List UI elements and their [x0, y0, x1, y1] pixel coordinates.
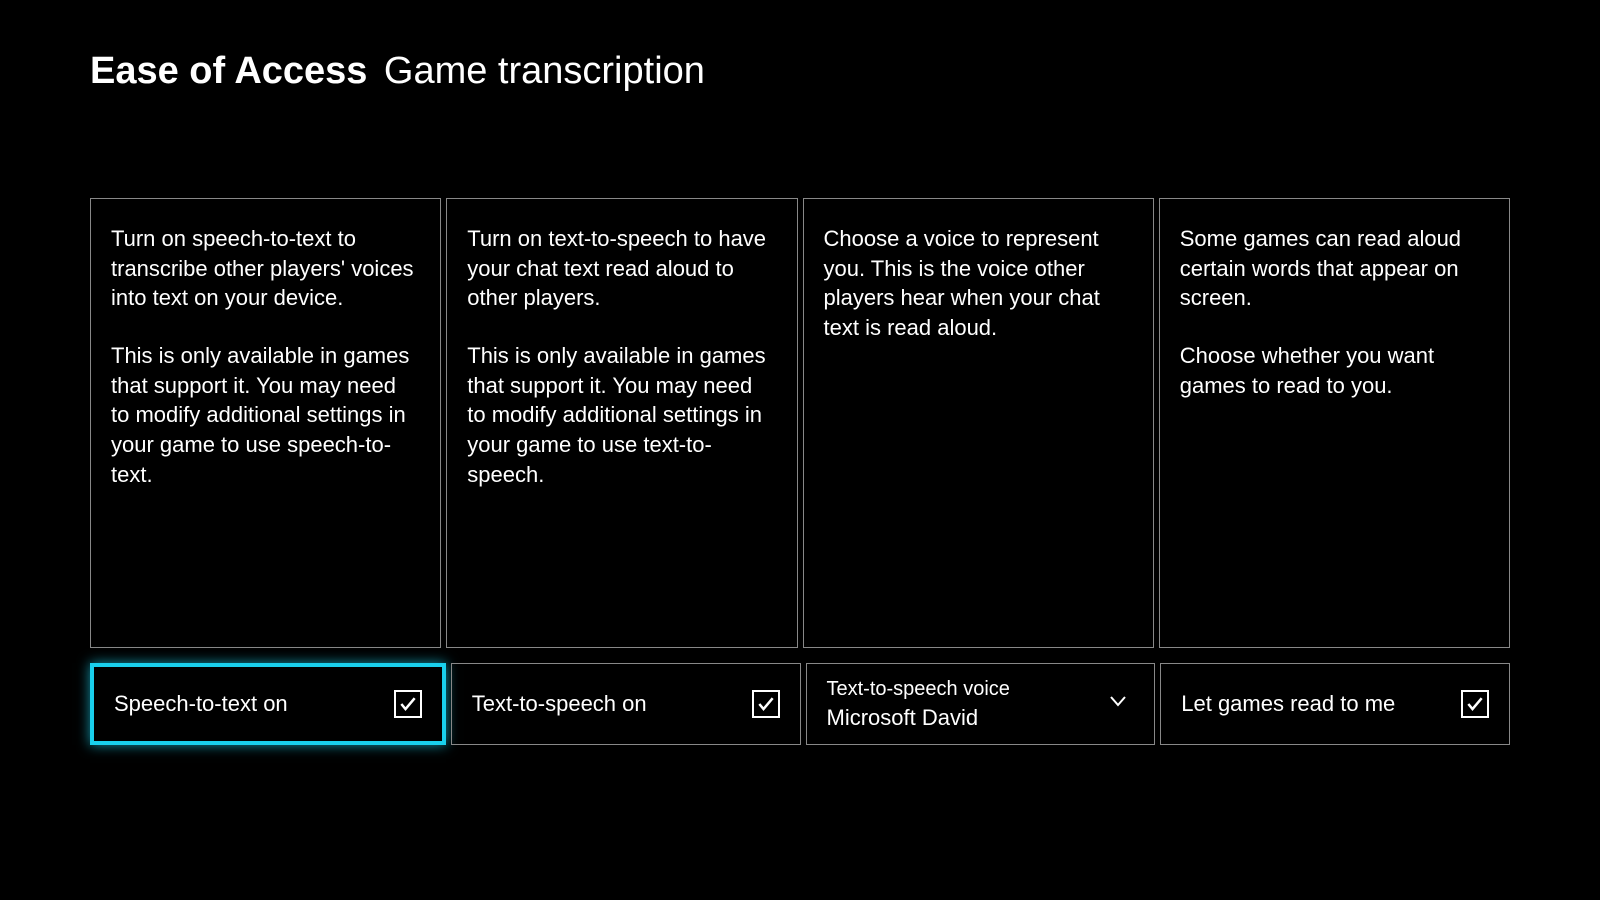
checkbox-icon	[752, 690, 780, 718]
card-text: This is only available in games that sup…	[111, 341, 420, 489]
checkbox-icon	[394, 690, 422, 718]
page-header: Ease of Access Game transcription	[0, 0, 1600, 93]
card-read-to-me: Some games can read aloud certain words …	[1159, 198, 1510, 648]
card-text: This is only available in games that sup…	[467, 341, 776, 489]
checkbox-icon	[1461, 690, 1489, 718]
card-text: Choose a voice to represent you. This is…	[824, 224, 1133, 343]
control-label: Speech-to-text on	[114, 691, 394, 717]
description-cards: Turn on speech-to-text to transcribe oth…	[0, 198, 1600, 648]
speech-to-text-toggle[interactable]: Speech-to-text on	[90, 663, 446, 745]
control-label: Text-to-speech on	[472, 691, 752, 717]
card-voice: Choose a voice to represent you. This is…	[803, 198, 1154, 648]
dropdown-value: Microsoft David	[827, 705, 979, 731]
voice-dropdown[interactable]: Text-to-speech voice Microsoft David	[806, 663, 1156, 745]
card-text: Choose whether you want games to read to…	[1180, 341, 1489, 400]
chevron-down-icon	[1106, 689, 1130, 719]
card-text: Some games can read aloud certain words …	[1180, 224, 1489, 313]
read-to-me-toggle[interactable]: Let games read to me	[1160, 663, 1510, 745]
header-title: Ease of Access	[90, 50, 367, 92]
card-text: Turn on speech-to-text to transcribe oth…	[111, 224, 420, 313]
dropdown-label: Text-to-speech voice	[827, 678, 1010, 701]
text-to-speech-toggle[interactable]: Text-to-speech on	[451, 663, 801, 745]
card-text: Turn on text-to-speech to have your chat…	[467, 224, 776, 313]
control-label: Let games read to me	[1181, 691, 1461, 717]
controls-row: Speech-to-text on Text-to-speech on Text…	[0, 663, 1600, 745]
header-subtitle: Game transcription	[384, 50, 705, 92]
card-speech-to-text: Turn on speech-to-text to transcribe oth…	[90, 198, 441, 648]
card-text-to-speech: Turn on text-to-speech to have your chat…	[446, 198, 797, 648]
